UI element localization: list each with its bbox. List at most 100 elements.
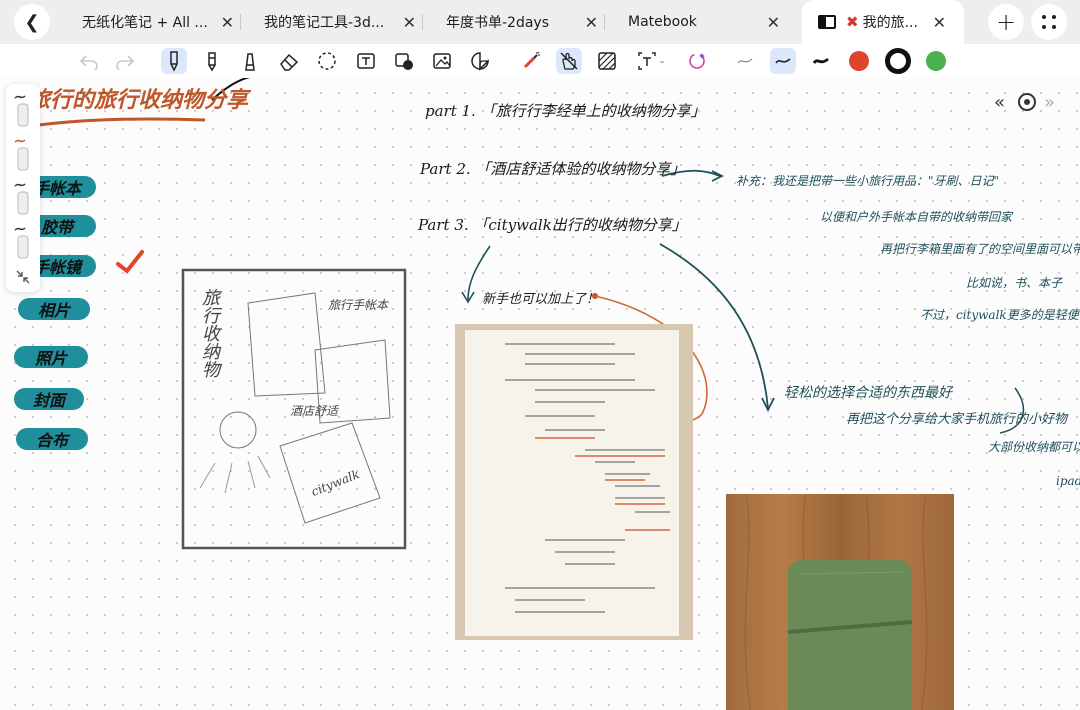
- tab-4[interactable]: Matebook ✕: [616, 4, 786, 40]
- pen-slot-2[interactable]: [11, 136, 35, 174]
- tab-label: 无纸化笔记 + All ...: [82, 15, 208, 31]
- wood-grain: [744, 493, 928, 710]
- pen-slot-3[interactable]: [11, 180, 35, 218]
- color-black-swatch[interactable]: [885, 48, 911, 74]
- redo-button[interactable]: [112, 48, 138, 74]
- eraser-icon: [280, 53, 299, 71]
- sketch-label: 旅行手帐本: [328, 298, 389, 312]
- locate-icon[interactable]: [1018, 93, 1036, 111]
- stroke-medium-icon: [775, 58, 791, 64]
- tab-separator: [240, 14, 241, 30]
- sticker-icon: [471, 52, 489, 71]
- pen-icon: [170, 51, 178, 72]
- stroke-thin-icon: [737, 58, 753, 64]
- text-scan-icon: [638, 52, 656, 70]
- marker-icon: [245, 53, 255, 71]
- pattern-tool[interactable]: [594, 48, 620, 74]
- ai-text-tool[interactable]: ⌄: [633, 48, 669, 74]
- pen-icon: [14, 227, 29, 259]
- magic-tool[interactable]: [684, 48, 710, 74]
- side-note: 比如说，书、本子: [966, 276, 1063, 290]
- sticker-tool[interactable]: [467, 48, 493, 74]
- eraser-tool[interactable]: [276, 48, 302, 74]
- text-box-icon: [357, 53, 375, 69]
- color-green-swatch[interactable]: [923, 48, 949, 74]
- part-1-text: part 1. 「旅行行李经单上的收纳物分享」: [425, 102, 706, 120]
- undo-icon: [79, 55, 98, 70]
- tab-2[interactable]: 我的笔记工具-3d... ✕: [252, 4, 420, 40]
- red-x-mark-icon: ✖: [846, 13, 859, 31]
- pen-tool[interactable]: [161, 48, 187, 74]
- notebook-paper: [465, 330, 679, 636]
- pencil-icon: [208, 52, 216, 72]
- bottom-note: 轻松的选择合适的东西最好: [784, 385, 952, 401]
- plus-icon: +: [995, 8, 1017, 36]
- collapse-arrows-icon: [16, 270, 30, 284]
- color-dot: [849, 51, 869, 71]
- pen-slot-1[interactable]: [11, 92, 35, 130]
- tag-pill: 相片: [18, 298, 90, 320]
- grid-dots-icon: [1042, 15, 1056, 29]
- sparkle-circle-icon: [689, 53, 705, 69]
- note-canvas[interactable]: 旅行的旅行收纳物分享 part 1. 「旅行行李经单上的收纳物分享」 Part …: [0, 78, 1080, 710]
- tab-1[interactable]: 无纸化笔记 + All ... ✕: [70, 4, 238, 40]
- tab-overview-button[interactable]: [1031, 4, 1067, 40]
- tab-label: Matebook: [628, 14, 697, 30]
- tab-5-active[interactable]: ✖ 我的旅... ✕: [802, 0, 964, 44]
- tab-label: 我的旅...: [862, 15, 918, 31]
- undo-button[interactable]: [76, 48, 102, 74]
- bottom-note: 大部份收纳都可以: [988, 440, 1080, 454]
- photo-green-notebook[interactable]: [726, 493, 954, 710]
- tab-label: 年度书单-2days: [446, 15, 550, 31]
- sketch-label: 酒店舒适: [290, 404, 339, 418]
- back-button[interactable]: ❮: [14, 4, 50, 40]
- redo-icon: [116, 55, 135, 70]
- close-icon[interactable]: ✕: [403, 13, 416, 32]
- double-chevron-right-icon[interactable]: »: [1044, 92, 1055, 113]
- tag-pill: 合布: [16, 428, 88, 450]
- side-note: 以便和户外手帐本自带的收纳带回家: [820, 210, 1013, 224]
- color-red-swatch[interactable]: [846, 48, 872, 74]
- lasso-tool[interactable]: [314, 48, 340, 74]
- window-icon: [818, 15, 836, 29]
- side-note: 再把行李箱里面有了的空间里面可以带一些小杂: [880, 242, 1080, 256]
- lasso-icon: [318, 52, 336, 70]
- bottom-note: ipad: [1056, 474, 1080, 488]
- hand-touch-tool[interactable]: [556, 48, 582, 74]
- close-icon[interactable]: ✕: [933, 13, 946, 32]
- stroke-medium-option[interactable]: [770, 48, 796, 74]
- close-icon[interactable]: ✕: [585, 13, 598, 32]
- side-note: 补充：我还是把带一些小旅行用品："牙刷、日记": [736, 174, 1000, 188]
- color-dot: [926, 51, 946, 71]
- new-tab-button[interactable]: +: [988, 4, 1024, 40]
- color-ring-selected: [885, 48, 911, 74]
- image-icon: [433, 53, 451, 69]
- stroke-thin-option[interactable]: [732, 48, 758, 74]
- pen-slot-4[interactable]: [11, 224, 35, 262]
- collapse-palette-button[interactable]: [14, 268, 32, 286]
- close-icon[interactable]: ✕: [221, 13, 234, 32]
- marker-tool[interactable]: [237, 48, 263, 74]
- stroke-thick-icon: [812, 57, 829, 64]
- photo-notebook-page[interactable]: [455, 324, 693, 640]
- pen-icon: [14, 95, 29, 127]
- sketch-label: 旅行收纳物: [199, 288, 220, 378]
- part-3-text: Part 3. 「citywalk出行的收纳物分享」: [418, 216, 687, 234]
- laser-pen-icon: [523, 51, 540, 69]
- pencil-tool[interactable]: [199, 48, 225, 74]
- shape-tool[interactable]: [391, 48, 417, 74]
- pen-quick-palette: [6, 84, 40, 292]
- close-icon[interactable]: ✕: [767, 13, 780, 32]
- drawing-toolbar: ⌄: [0, 44, 1080, 78]
- laser-pointer-tool[interactable]: [518, 48, 544, 74]
- pen-icon: [14, 183, 29, 215]
- double-chevron-left-icon[interactable]: «: [994, 92, 1005, 113]
- chevron-left-icon: ❮: [24, 11, 40, 33]
- text-tool[interactable]: [353, 48, 379, 74]
- handwriting-lines: [505, 343, 670, 613]
- stroke-thick-option[interactable]: [808, 48, 834, 74]
- side-note: 不过，citywalk更多的是轻便出行了: [920, 308, 1080, 322]
- part-2-text: Part 2. 「酒店舒适体验的收纳物分享」: [420, 160, 686, 178]
- tab-3[interactable]: 年度书单-2days ✕: [434, 4, 602, 40]
- image-tool[interactable]: [429, 48, 455, 74]
